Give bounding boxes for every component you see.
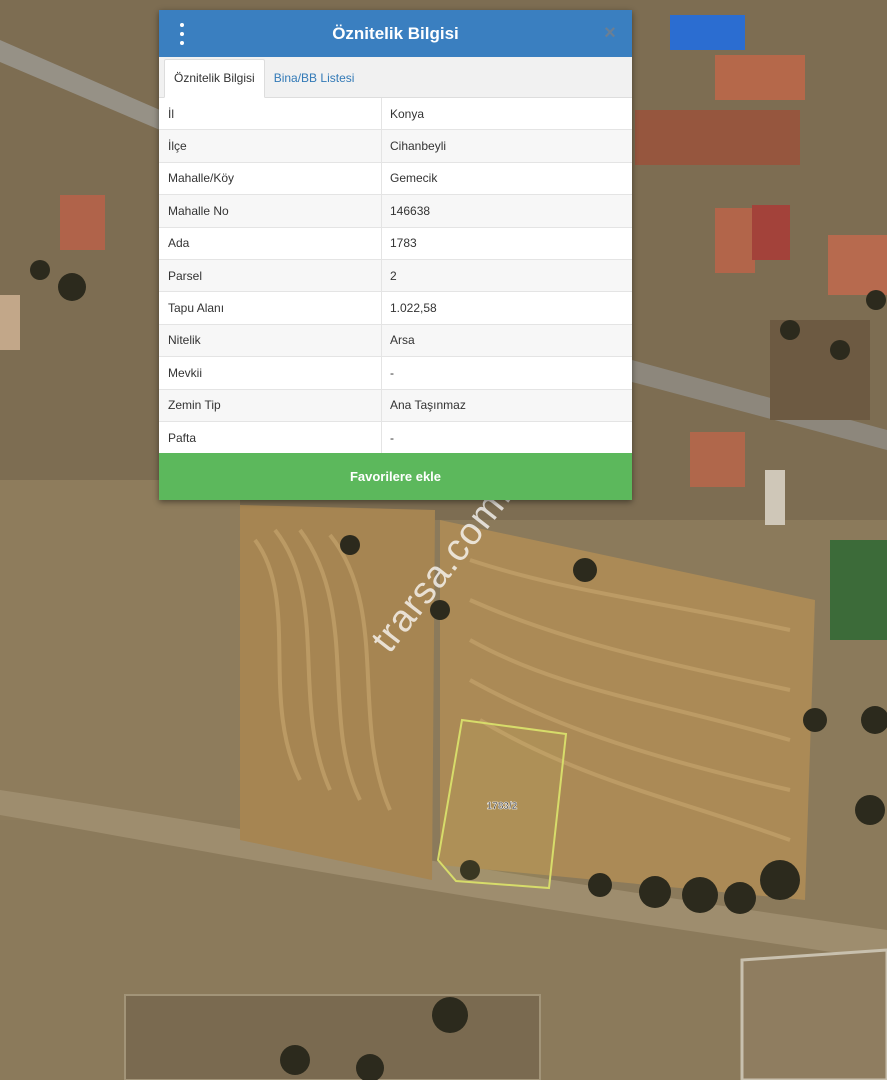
panel-tabs: Öznitelik Bilgisi Bina/BB Listesi	[159, 57, 632, 98]
parcel-label: 1783/2	[487, 801, 518, 812]
row-value: -	[381, 356, 632, 390]
table-row: İlçe Cihanbeyli	[159, 129, 632, 163]
row-value: -	[381, 420, 632, 454]
row-key: Mevkii	[159, 356, 382, 390]
attribute-info-panel: Öznitelik Bilgisi × Öznitelik Bilgisi Bi…	[159, 10, 632, 501]
vertical-dots-icon[interactable]	[173, 23, 191, 45]
table-row: Zemin Tip Ana Taşınmaz	[159, 388, 632, 422]
row-key: İl	[159, 98, 382, 130]
row-value: 2	[381, 258, 632, 292]
row-key: Parsel	[159, 258, 382, 292]
row-value: 1783	[381, 226, 632, 260]
table-row: Parsel 2	[159, 258, 632, 292]
row-value: 146638	[381, 194, 632, 228]
panel-title: Öznitelik Bilgisi	[332, 23, 459, 43]
table-row: Ada 1783	[159, 226, 632, 260]
panel-header: Öznitelik Bilgisi ×	[159, 10, 632, 57]
row-key: Mahalle/Köy	[159, 161, 382, 195]
row-key: Zemin Tip	[159, 388, 382, 422]
table-row: Nitelik Arsa	[159, 323, 632, 357]
row-value: Gemecik	[381, 161, 632, 195]
row-key: Mahalle No	[159, 194, 382, 228]
table-row: Tapu Alanı 1.022,58	[159, 291, 632, 325]
row-key: Tapu Alanı	[159, 291, 382, 325]
table-row: İl Konya	[159, 98, 632, 130]
row-key: Nitelik	[159, 323, 382, 357]
add-to-favorites-button[interactable]: Favorilere ekle	[159, 453, 632, 501]
table-row: Pafta -	[159, 420, 632, 454]
attribute-table: İl Konya İlçe Cihanbeyli Mahalle/Köy Gemeci…	[159, 98, 632, 454]
close-icon[interactable]: ×	[600, 22, 620, 44]
row-value: Ana Taşınmaz	[381, 388, 632, 422]
row-key: Pafta	[159, 420, 382, 454]
row-value: Cihanbeyli	[381, 129, 632, 163]
row-value: Arsa	[381, 323, 632, 357]
row-value: Konya	[390, 106, 425, 121]
row-key: İlçe	[159, 129, 382, 163]
tab-building-list[interactable]: Bina/BB Listesi	[265, 60, 364, 97]
table-row: Mahalle/Köy Gemecik	[159, 161, 632, 195]
table-row: Mevkii -	[159, 356, 632, 390]
row-key: Ada	[159, 226, 382, 260]
table-row: Mahalle No 146638	[159, 194, 632, 228]
tab-attribute-info[interactable]: Öznitelik Bilgisi	[164, 59, 265, 98]
row-value: 1.022,58	[381, 291, 632, 325]
